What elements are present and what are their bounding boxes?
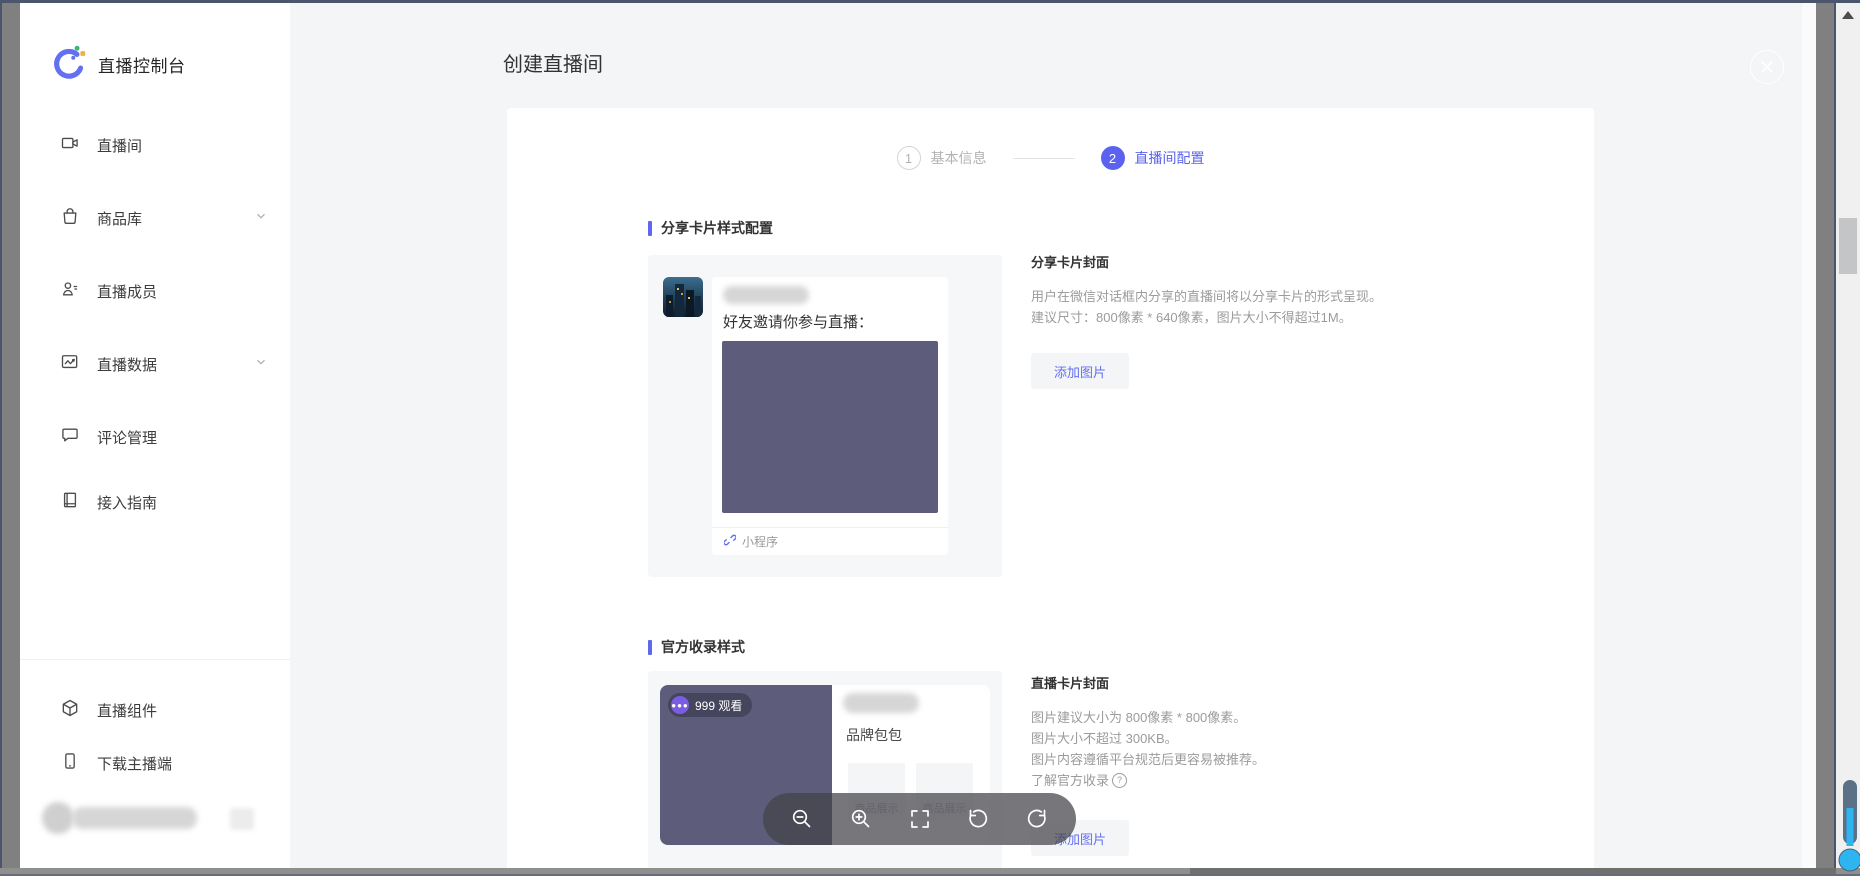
- sidebar-item-live-components[interactable]: 直播组件: [60, 696, 272, 724]
- step-number: 2: [1101, 146, 1125, 170]
- step-room-config: 2 直播间配置: [1101, 146, 1205, 170]
- close-icon[interactable]: [1750, 50, 1784, 84]
- add-share-image-button[interactable]: 添加图片: [1031, 353, 1129, 389]
- guide-book-icon: [60, 490, 80, 515]
- viewer-count-badge: ●●● 999 观看: [668, 693, 752, 717]
- shop-name-redacted: [843, 693, 919, 713]
- sidebar-item-label: 直播数据: [97, 354, 157, 375]
- chevron-down-icon[interactable]: [254, 355, 268, 374]
- info-line: 建议尺寸：800像素 * 640像素，图片大小不得超过1M。: [1031, 307, 1551, 328]
- outer-vertical-scrollbar[interactable]: [1836, 3, 1860, 876]
- info-title: 分享卡片封面: [1031, 252, 1551, 271]
- step-label: 直播间配置: [1135, 148, 1205, 168]
- section-title: 分享卡片样式配置: [661, 218, 773, 238]
- vertical-scrollbar-thumb[interactable]: [1839, 218, 1857, 274]
- rotate-right-icon[interactable]: [1024, 806, 1050, 832]
- link-icon: [724, 533, 736, 551]
- info-line: 图片大小不超过 300KB。: [1031, 728, 1551, 749]
- phone-icon: [60, 751, 80, 776]
- sidebar-item-label: 下载主播端: [97, 753, 172, 774]
- chat-avatar-image: [663, 277, 703, 317]
- section-title: 官方收录样式: [661, 637, 745, 657]
- info-line: 图片建议大小为 800像素 * 800像素。: [1031, 707, 1551, 728]
- official-listing-section-heading: 官方收录样式: [648, 637, 745, 657]
- invite-text: 好友邀请你参与直播：: [723, 311, 873, 332]
- live-title: 品牌包包: [846, 725, 902, 745]
- zoom-in-icon[interactable]: [848, 806, 874, 832]
- live-cover-info: 直播卡片封面 图片建议大小为 800像素 * 800像素。 图片大小不超过 30…: [1031, 673, 1551, 856]
- stepper-connector: [1013, 158, 1075, 159]
- learn-official-listing-link[interactable]: 了解官方收录 ?: [1031, 770, 1127, 791]
- username-redacted: [72, 807, 197, 829]
- avatar: [42, 802, 74, 834]
- share-card-preview-panel: 好友邀请你参与直播： 小程序: [648, 255, 1002, 577]
- sidebar-divider: [20, 659, 290, 660]
- section-accent-bar: [648, 221, 652, 236]
- user-profile[interactable]: [42, 800, 272, 836]
- sidebar-item-access-guide[interactable]: 接入指南: [60, 488, 272, 516]
- app-logo: 直播控制台: [50, 43, 186, 86]
- member-icon: [60, 279, 80, 304]
- step-label: 基本信息: [931, 148, 987, 168]
- create-live-room-modal: 1 基本信息 2 直播间配置 分享卡片样式配置: [507, 108, 1594, 868]
- sidebar-item-label: 评论管理: [97, 427, 157, 448]
- sidebar-item-live-room[interactable]: 直播间: [60, 131, 272, 159]
- sidebar-item-download-anchor-app[interactable]: 下载主播端: [60, 749, 272, 777]
- rotate-left-icon[interactable]: [965, 806, 991, 832]
- sidebar-item-live-members[interactable]: 直播成员: [60, 277, 272, 305]
- fullscreen-icon[interactable]: [907, 806, 933, 832]
- step-basic-info: 1 基本信息: [897, 146, 987, 170]
- sidebar-item-label: 直播间: [97, 135, 142, 156]
- logo-icon: [50, 43, 88, 86]
- viewer-count: 999 观看: [695, 697, 742, 714]
- chevron-down-icon[interactable]: [254, 209, 268, 228]
- cube-icon: [60, 698, 80, 723]
- info-title: 直播卡片封面: [1031, 673, 1551, 692]
- zoom-out-icon[interactable]: [789, 806, 815, 832]
- profile-extra-redacted: [230, 808, 254, 830]
- sidebar-item-label: 接入指南: [97, 492, 157, 513]
- sidebar: 直播控制台 直播间 商品库: [20, 3, 290, 868]
- step-number: 1: [897, 146, 921, 170]
- video-camera-icon: [60, 133, 80, 158]
- shopping-bag-icon: [60, 206, 80, 231]
- stepper: 1 基本信息 2 直播间配置: [507, 146, 1594, 170]
- comment-icon: [60, 425, 80, 450]
- scroll-up-arrow-icon[interactable]: [1842, 11, 1854, 19]
- mini-program-footer: 小程序: [712, 527, 948, 555]
- section-accent-bar: [648, 640, 652, 655]
- share-card-section-heading: 分享卡片样式配置: [648, 218, 773, 238]
- sidebar-item-label: 商品库: [97, 208, 142, 229]
- share-chat-card: 好友邀请你参与直播： 小程序: [712, 277, 948, 555]
- learn-more-label: 了解官方收录: [1031, 770, 1109, 791]
- app-window: 直播控制台 直播间 商品库: [20, 3, 1816, 868]
- page-scrollbar-gutter: [1802, 3, 1816, 868]
- window-top-edge: [0, 0, 1860, 3]
- sidebar-item-product-library[interactable]: 商品库: [60, 204, 272, 232]
- window-left-edge: [0, 0, 2, 876]
- more-dots-icon: ●●●: [671, 696, 689, 714]
- data-chart-icon: [60, 352, 80, 377]
- sidebar-item-comment-management[interactable]: 评论管理: [60, 423, 272, 451]
- mini-program-label: 小程序: [742, 533, 778, 550]
- share-cover-placeholder: [722, 341, 938, 513]
- sidebar-item-label: 直播成员: [97, 281, 157, 302]
- cursor-thermometer-icon: [1830, 774, 1860, 876]
- share-cover-info: 分享卡片封面 用户在微信对话框内分享的直播间将以分享卡片的形式呈现。 建议尺寸：…: [1031, 252, 1551, 389]
- sender-name-redacted: [723, 286, 809, 304]
- page-title: 创建直播间: [503, 48, 603, 77]
- image-viewer-toolbar: [763, 793, 1076, 845]
- sidebar-item-live-data[interactable]: 直播数据: [60, 350, 272, 378]
- screen: 直播控制台 直播间 商品库: [0, 0, 1860, 876]
- info-line: 图片内容遵循平台规范后更容易被推荐。: [1031, 749, 1551, 770]
- info-line: 用户在微信对话框内分享的直播间将以分享卡片的形式呈现。: [1031, 286, 1551, 307]
- sidebar-item-label: 直播组件: [97, 700, 157, 721]
- logo-title: 直播控制台: [98, 52, 186, 77]
- help-icon[interactable]: ?: [1112, 773, 1127, 788]
